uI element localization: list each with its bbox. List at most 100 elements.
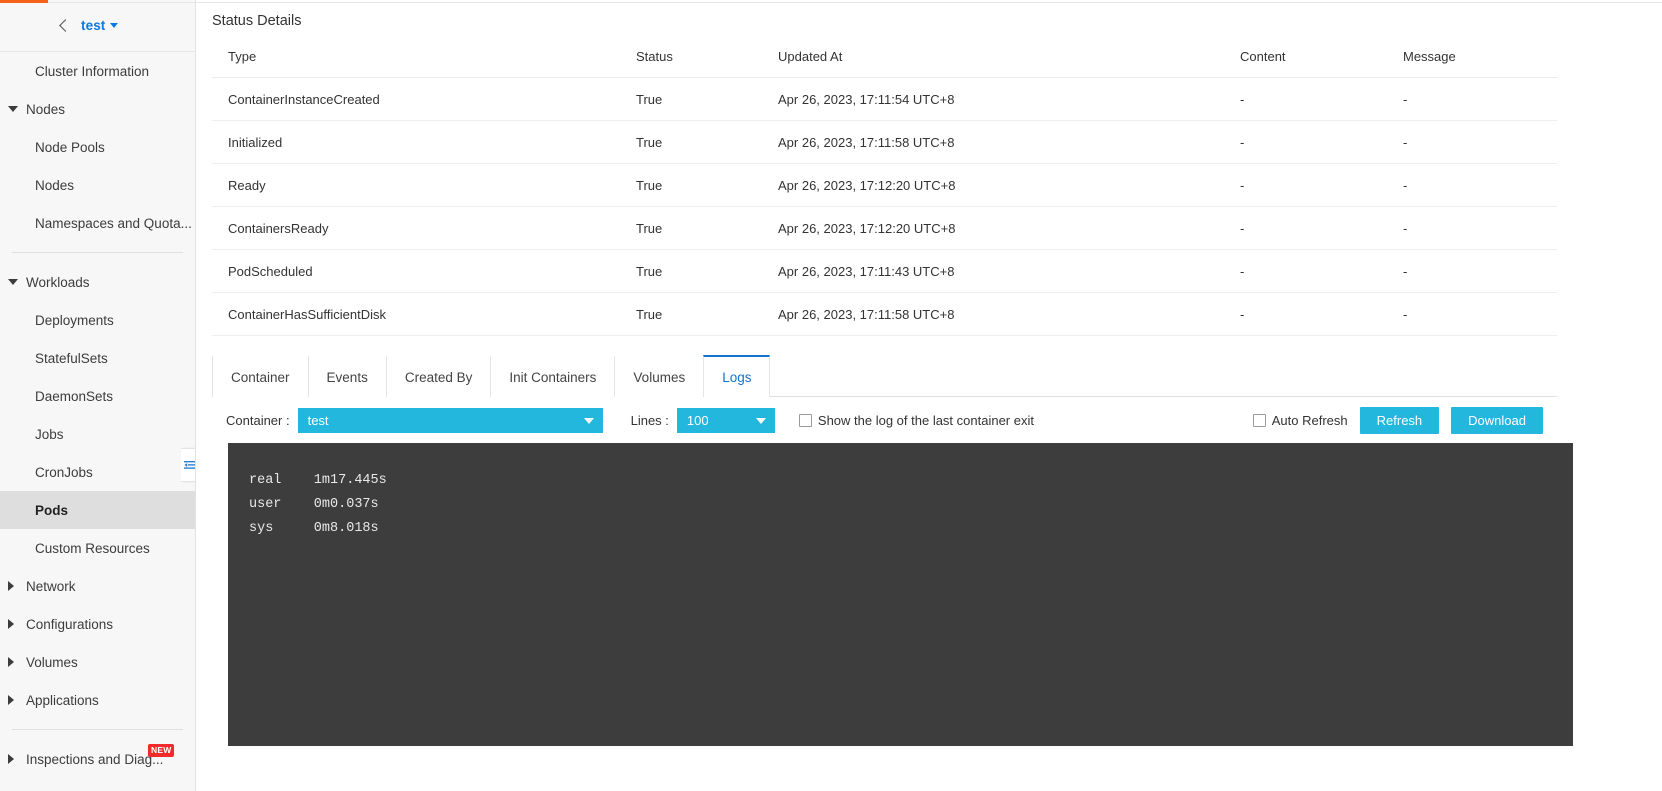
table-row: ReadyTrueApr 26, 2023, 17:12:20 UTC+8-- bbox=[212, 164, 1557, 207]
table-cell-type: ContainersReady bbox=[212, 207, 620, 250]
sidebar-divider bbox=[12, 729, 183, 730]
sidebar-item-label: Node Pools bbox=[35, 140, 105, 155]
sidebar-item-pods[interactable]: Pods bbox=[0, 491, 195, 529]
sidebar-item-cronjobs[interactable]: CronJobs bbox=[0, 453, 195, 491]
log-line: sys 0m8.018s bbox=[249, 517, 1573, 541]
table-cell-status: True bbox=[620, 121, 762, 164]
sidebar-item-configurations[interactable]: Configurations bbox=[0, 605, 195, 643]
table-row: ContainersReadyTrueApr 26, 2023, 17:12:2… bbox=[212, 207, 1557, 250]
page-load-progress bbox=[0, 0, 48, 3]
table-cell-message: - bbox=[1387, 164, 1557, 207]
table-header: TypeStatusUpdated AtContentMessage bbox=[212, 49, 1557, 78]
auto-refresh-label: Auto Refresh bbox=[1272, 413, 1348, 428]
sidebar-item-jobs[interactable]: Jobs bbox=[0, 415, 195, 453]
caret-right-icon bbox=[8, 657, 14, 667]
table-cell-message: - bbox=[1387, 78, 1557, 121]
table-cell-type: ContainerHasSufficientDisk bbox=[212, 293, 620, 336]
show-last-exit-checkbox[interactable]: Show the log of the last container exit bbox=[799, 413, 1034, 428]
table-cell-content: - bbox=[1224, 164, 1387, 207]
back-chevron-icon[interactable] bbox=[56, 18, 72, 34]
sidebar-item-workloads[interactable]: Workloads bbox=[0, 263, 195, 301]
container-select[interactable]: test bbox=[298, 408, 603, 433]
sidebar-item-namespaces-and-quota[interactable]: Namespaces and Quota... bbox=[0, 204, 195, 242]
table-cell-status: True bbox=[620, 164, 762, 207]
tab-container[interactable]: Container bbox=[212, 355, 308, 397]
sidebar-item-label: Nodes bbox=[35, 178, 74, 193]
caret-right-icon bbox=[8, 754, 14, 764]
log-output[interactable]: real 1m17.445suser 0m0.037ssys 0m8.018s bbox=[228, 443, 1573, 746]
tab-logs[interactable]: Logs bbox=[703, 355, 770, 397]
table-row: InitializedTrueApr 26, 2023, 17:11:58 UT… bbox=[212, 121, 1557, 164]
table-cell-status: True bbox=[620, 78, 762, 121]
cluster-selector[interactable]: test bbox=[81, 18, 118, 33]
auto-refresh-checkbox[interactable]: Auto Refresh bbox=[1253, 413, 1348, 428]
sidebar-item-volumes[interactable]: Volumes bbox=[0, 643, 195, 681]
table-cell-type: PodScheduled bbox=[212, 250, 620, 293]
sidebar-item-label: Cluster Information bbox=[35, 64, 149, 79]
table-cell-type: ContainerInstanceCreated bbox=[212, 78, 620, 121]
sidebar-header: test bbox=[0, 0, 195, 52]
tab-created-by[interactable]: Created By bbox=[386, 355, 491, 397]
tab-label: Container bbox=[231, 370, 290, 385]
show-last-exit-label: Show the log of the last container exit bbox=[818, 413, 1034, 428]
sidebar-item-nodes[interactable]: Nodes bbox=[0, 166, 195, 204]
sidebar-item-network[interactable]: Network bbox=[0, 567, 195, 605]
sidebar-item-node-pools[interactable]: Node Pools bbox=[0, 128, 195, 166]
table-header-row: TypeStatusUpdated AtContentMessage bbox=[212, 49, 1557, 78]
table-cell-updated-at: Apr 26, 2023, 17:12:20 UTC+8 bbox=[762, 164, 1224, 207]
sidebar-item-label: Custom Resources bbox=[35, 541, 150, 556]
sidebar-nav: Cluster Information Nodes Node Pools Nodes N… bbox=[0, 52, 195, 778]
sidebar-item-statefulsets[interactable]: StatefulSets bbox=[0, 339, 195, 377]
sidebar-item-daemonsets[interactable]: DaemonSets bbox=[0, 377, 195, 415]
sidebar-item-cluster-information[interactable]: Cluster Information bbox=[0, 52, 195, 90]
tab-label: Volumes bbox=[633, 370, 685, 385]
lines-select-value: 100 bbox=[687, 413, 709, 428]
sidebar-item-label: DaemonSets bbox=[35, 389, 113, 404]
table-cell-message: - bbox=[1387, 207, 1557, 250]
cluster-name-label: test bbox=[81, 18, 105, 33]
sidebar-item-label: Pods bbox=[35, 503, 68, 518]
table-cell-status: True bbox=[620, 207, 762, 250]
sidebar-item-label: Inspections and Diag... bbox=[26, 752, 163, 767]
chevron-down-icon bbox=[756, 418, 766, 424]
table-cell-message: - bbox=[1387, 250, 1557, 293]
column-header-updated-at: Updated At bbox=[762, 49, 1224, 78]
sidebar-item-deployments[interactable]: Deployments bbox=[0, 301, 195, 339]
table-cell-message: - bbox=[1387, 121, 1557, 164]
table-cell-updated-at: Apr 26, 2023, 17:11:54 UTC+8 bbox=[762, 78, 1224, 121]
checkbox-box-icon bbox=[1253, 414, 1266, 427]
table-row: PodScheduledTrueApr 26, 2023, 17:11:43 U… bbox=[212, 250, 1557, 293]
refresh-button[interactable]: Refresh bbox=[1360, 407, 1440, 434]
sidebar-item-label: Nodes bbox=[26, 102, 65, 117]
tab-volumes[interactable]: Volumes bbox=[614, 355, 703, 397]
column-header-type: Type bbox=[212, 49, 620, 78]
sidebar-item-applications[interactable]: Applications bbox=[0, 681, 195, 719]
caret-down-icon bbox=[8, 106, 18, 112]
lines-select-label: Lines : bbox=[631, 413, 669, 428]
app-root: test Cluster Information Nodes Node Pools N… bbox=[0, 0, 1662, 791]
table-cell-content: - bbox=[1224, 78, 1387, 121]
table-cell-content: - bbox=[1224, 293, 1387, 336]
tab-init-containers[interactable]: Init Containers bbox=[490, 355, 614, 397]
sidebar-collapse-handle[interactable] bbox=[181, 448, 196, 482]
table-body: ContainerInstanceCreatedTrueApr 26, 2023… bbox=[212, 78, 1557, 336]
download-button[interactable]: Download bbox=[1451, 407, 1543, 434]
tab-events[interactable]: Events bbox=[308, 355, 386, 397]
sidebar-item-label: Namespaces and Quota... bbox=[35, 216, 192, 231]
log-line: user 0m0.037s bbox=[249, 493, 1573, 517]
lines-select[interactable]: 100 bbox=[677, 408, 775, 433]
table-cell-status: True bbox=[620, 293, 762, 336]
table-row: ContainerHasSufficientDiskTrueApr 26, 20… bbox=[212, 293, 1557, 336]
tab-label: Init Containers bbox=[509, 370, 596, 385]
sidebar-item-inspections-and-diag[interactable]: Inspections and Diag...NEW bbox=[0, 740, 195, 778]
detail-tabs: Container EventsCreated By Init Containers… bbox=[212, 355, 1557, 397]
chevron-down-icon bbox=[584, 418, 594, 424]
log-line: real 1m17.445s bbox=[249, 469, 1573, 493]
sidebar-item-nodes[interactable]: Nodes bbox=[0, 90, 195, 128]
table-cell-updated-at: Apr 26, 2023, 17:11:43 UTC+8 bbox=[762, 250, 1224, 293]
sidebar-item-custom-resources[interactable]: Custom Resources bbox=[0, 529, 195, 567]
column-header-status: Status bbox=[620, 49, 762, 78]
table-cell-type: Initialized bbox=[212, 121, 620, 164]
column-header-content: Content bbox=[1224, 49, 1387, 78]
tab-label: Logs bbox=[722, 370, 751, 385]
